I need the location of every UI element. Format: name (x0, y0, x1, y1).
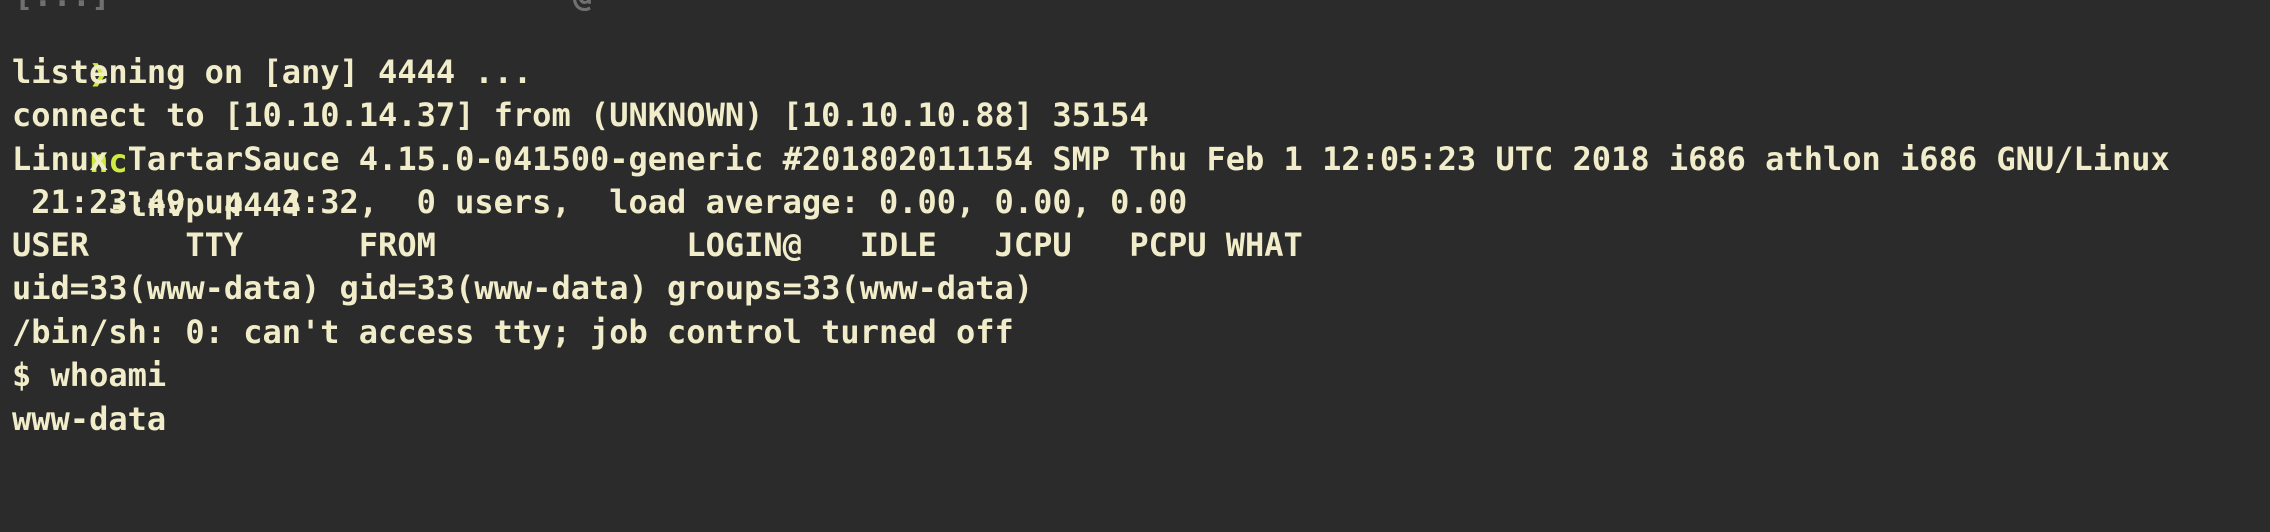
output-line-uname: Linux TartarSauce 4.15.0-041500-generic … (12, 140, 2170, 178)
output-line-sh-warning: /bin/sh: 0: can't access tty; job contro… (12, 313, 1014, 351)
output-line-w-header: USER TTY FROM LOGIN@ IDLE JCPU PCPU WHAT (12, 226, 1303, 264)
output-line-id: uid=33(www-data) gid=33(www-data) groups… (12, 269, 1034, 307)
output-line-whoami-cmd: $ whoami (12, 356, 167, 394)
output-line-listening: listening on [any] 4444 ... (12, 53, 533, 91)
command-line: ❯ nc -lnvp 4444 (12, 7, 301, 224)
output-line-whoami-result: www-data (12, 400, 167, 438)
output-line-uptime: 21:23:49 up 3:32, 0 users, load average:… (12, 183, 1188, 221)
output-line-connect: connect to [10.10.14.37] from (UNKNOWN) … (12, 96, 1149, 134)
terminal-window[interactable]: [...] @ ❯ nc -lnvp 4444 listening on [an… (0, 0, 2270, 444)
